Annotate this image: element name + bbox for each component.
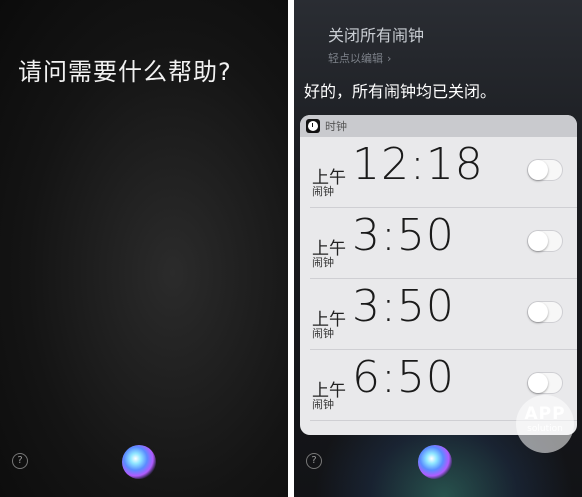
alarm-toggle[interactable]	[527, 301, 563, 323]
alarm-time: 3:50	[352, 281, 455, 332]
alarm-row[interactable]: 上午 3:50 闹钟	[310, 279, 577, 350]
alarm-time: 12:18	[352, 139, 484, 190]
alarm-label: 闹钟	[312, 327, 334, 340]
siri-orb-button[interactable]	[418, 445, 452, 479]
edit-hint-label: 轻点以编辑	[328, 52, 383, 65]
siri-response: 好的，所有闹钟均已关闭。	[304, 82, 497, 101]
alarm-row[interactable]: 上午 12:18 闹钟	[310, 137, 577, 208]
app-solution-watermark: APP solution	[516, 395, 574, 453]
alarm-label: 闹钟	[312, 256, 334, 269]
alarm-time: 6:50	[352, 352, 455, 403]
alarm-row[interactable]: 上午 3:50 闹钟	[310, 208, 577, 279]
spoken-query[interactable]: 关闭所有闹钟	[328, 22, 424, 46]
card-app-name: 时钟	[325, 120, 347, 133]
alarm-label: 闹钟	[312, 185, 334, 198]
watermark-line2: solution	[527, 424, 563, 434]
siri-prompt: 请问需要什么帮助?	[18, 58, 232, 86]
toggle-knob	[528, 302, 548, 322]
alarm-toggle[interactable]	[527, 230, 563, 252]
toggle-knob	[528, 160, 548, 180]
card-header: 时钟	[300, 115, 577, 137]
alarm-time: 3:50	[352, 210, 455, 261]
alarm-list: 上午 12:18 闹钟 上午 3:50 闹钟 上午 3:50 闹钟 上午 6:50 闹钟	[300, 137, 577, 421]
help-button[interactable]: ?	[306, 453, 322, 469]
tap-to-edit-hint[interactable]: 轻点以编辑 ›	[328, 50, 391, 66]
alarm-toggle[interactable]	[527, 159, 563, 181]
watermark-line1: APP	[524, 404, 566, 424]
clock-icon	[306, 119, 320, 133]
help-button[interactable]: ?	[12, 453, 28, 469]
toggle-knob	[528, 231, 548, 251]
toggle-knob	[528, 373, 548, 393]
siri-result-screen: 关闭所有闹钟 轻点以编辑 › 好的，所有闹钟均已关闭。 时钟 上午 12:18 闹钟上…	[294, 0, 582, 497]
alarm-label: 闹钟	[312, 398, 334, 411]
chevron-right-icon: ›	[387, 52, 392, 65]
siri-idle-screen: 请问需要什么帮助? ?	[0, 0, 288, 497]
clock-card[interactable]: 时钟 上午 12:18 闹钟 上午 3:50 闹钟 上午 3:50 闹钟 上午 6:50 闹钟	[300, 115, 577, 435]
siri-orb-button[interactable]	[122, 445, 156, 479]
alarm-toggle[interactable]	[527, 372, 563, 394]
